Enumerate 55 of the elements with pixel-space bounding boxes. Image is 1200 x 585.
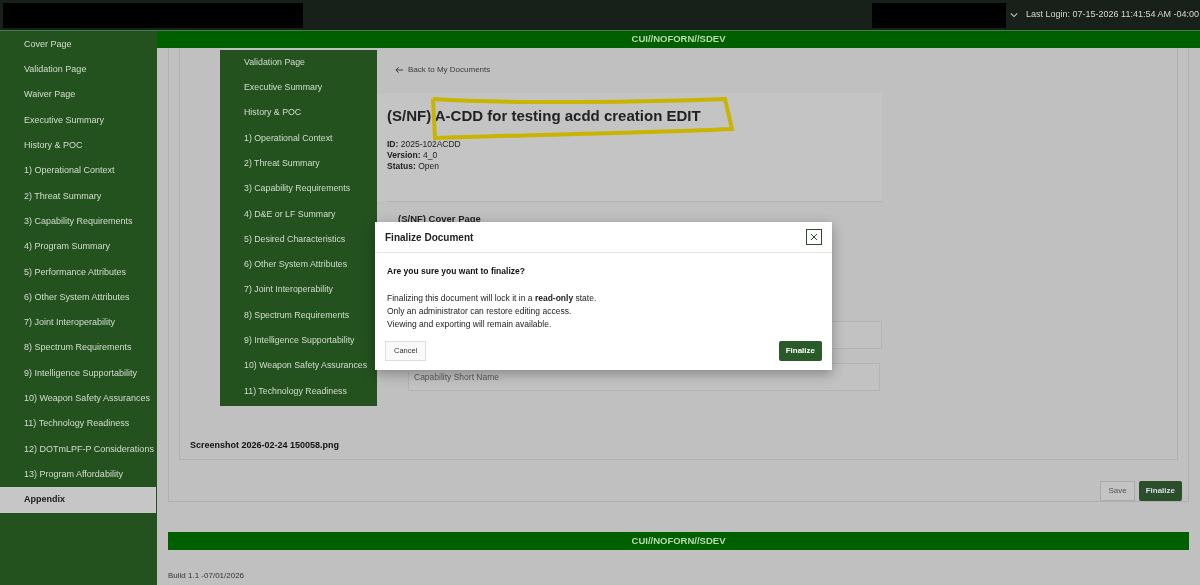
sidebar-item[interactable]: 10) Weapon Safety Assurances (0, 386, 157, 412)
sidebar-item[interactable]: 12) DOTmLPF-P Considerations (0, 436, 157, 463)
dialog-message-line: Finalizing this document will lock it in a read-only state. (387, 291, 598, 305)
dialog-question: Are you sure you want to finalize? (387, 265, 526, 278)
dialog-title: Finalize Document (385, 230, 474, 245)
sidebar-item[interactable]: 5) Performance Attributes (0, 259, 157, 285)
sidebar-item[interactable]: 2) Threat Summary (0, 183, 157, 210)
sidebar-item[interactable]: Validation Page (0, 57, 157, 83)
sidebar-item[interactable]: 11) Technology Readiness (0, 411, 157, 437)
dialog-message-line: Only an administrator can restore editing access. (387, 304, 573, 318)
last-login-text: Last Login: 07-15-2026 11:41:54 AM -04:00 (1026, 8, 1200, 22)
document-nav-item[interactable]: 11) Technology Readiness (220, 378, 377, 404)
classification-banner: CUI//NOFORN//SDEV (157, 31, 1200, 48)
document-nav-item[interactable]: 2) Threat Summary (220, 150, 377, 177)
arrow-left-icon (395, 66, 404, 75)
document-nav-item[interactable]: 3) Capability Requirements (220, 176, 377, 202)
sidebar-item[interactable]: 3) Capability Requirements (0, 209, 157, 235)
sidebar-item[interactable]: Executive Summary (0, 107, 157, 134)
document-nav-item[interactable]: Validation Page (220, 49, 377, 75)
document-nav-item[interactable]: 8) Spectrum Requirements (220, 302, 377, 328)
finalize-button[interactable]: Finalize (1138, 480, 1182, 501)
sidebar-item[interactable]: 8) Spectrum Requirements (0, 335, 157, 361)
document-nav-item[interactable]: 7) Joint Interoperability (220, 277, 377, 303)
document-nav-item[interactable]: 4) D&E or LF Summary (220, 201, 377, 227)
document-nav-item[interactable]: History & POC (220, 100, 377, 126)
attachment-filename: Screenshot 2026-02-24 150058.png (190, 439, 340, 450)
document-nav-item[interactable]: 10) Weapon Safety Assurances (220, 353, 377, 379)
classification-banner: CUI//NOFORN//SDEV (168, 532, 1189, 550)
document-nav-item[interactable]: 6) Other System Attributes (220, 252, 377, 278)
dialog-message-line: Viewing and exporting will remain available. (387, 317, 553, 331)
sidebar-item[interactable]: Waiver Page (0, 82, 157, 108)
meta-line: Version: 4_0 (387, 149, 439, 161)
sidebar-item[interactable]: 6) Other System Attributes (0, 284, 157, 311)
close-icon (810, 233, 818, 241)
document-title: (S/NF) A-CDD for testing acdd creation EDIT (387, 106, 701, 125)
sidebar-item[interactable]: 13) Program Affordability (0, 462, 157, 488)
sidebar-item[interactable]: 9) Intelligence Supportability (0, 360, 157, 387)
sidebar-item[interactable]: History & POC (0, 133, 157, 159)
build-text: Build 1.1 -07/01/2026 (168, 571, 245, 580)
back-link[interactable]: Back to My Documents (395, 64, 491, 77)
chevron-down-icon[interactable] (1010, 11, 1019, 19)
close-button[interactable] (806, 229, 822, 245)
sidebar-item[interactable]: Cover Page (0, 32, 157, 58)
meta-line: Status: Open (387, 160, 440, 172)
document-nav-item[interactable]: 5) Desired Characteristics (220, 226, 377, 253)
sidebar-item[interactable]: Appendix (0, 487, 156, 513)
document-nav-item[interactable]: 1) Operational Context (220, 125, 377, 151)
meta-line: ID: 2025-102ACDD (387, 138, 462, 150)
document-nav-item[interactable]: Executive Summary (220, 75, 377, 101)
save-button[interactable]: Save (1100, 480, 1135, 501)
sidebar-item[interactable]: 4) Program Summary (0, 234, 157, 260)
sidebar-item[interactable]: 1) Operational Context (0, 158, 157, 184)
document-nav-item[interactable]: 9) Intelligence Supportability (220, 328, 377, 354)
confirm-finalize-button[interactable]: Finalize (778, 340, 822, 361)
sidebar-item[interactable]: 7) Joint Interoperability (0, 310, 157, 336)
